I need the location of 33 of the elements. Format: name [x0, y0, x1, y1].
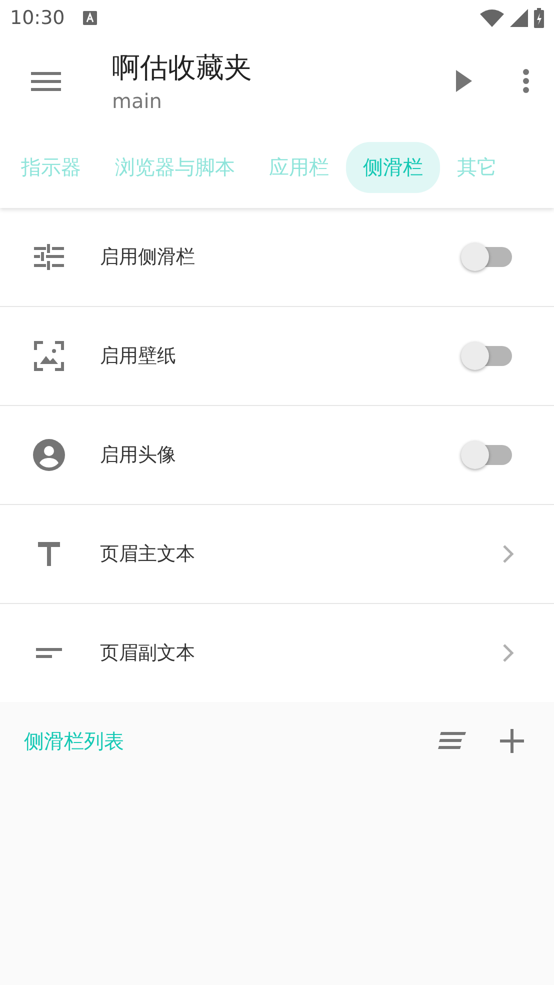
toggle-switch[interactable]	[460, 242, 514, 272]
wifi-icon	[480, 9, 504, 27]
account-icon	[33, 439, 65, 471]
image-frame-icon	[33, 340, 65, 372]
setting-label: 启用壁纸	[100, 344, 177, 369]
tab[interactable]: 指示器	[4, 142, 98, 192]
short-text-icon	[36, 648, 62, 658]
tab[interactable]: 其它	[440, 142, 514, 192]
chevron-right-icon	[502, 644, 514, 662]
add-icon	[500, 729, 524, 753]
chevron-right-icon	[502, 545, 514, 563]
setting-label: 页眉主文本	[100, 542, 196, 567]
text-icon	[38, 542, 60, 566]
tune-icon	[34, 244, 64, 270]
battery-icon	[534, 8, 544, 28]
sort-lines-icon	[438, 732, 466, 750]
more-vert-icon	[523, 69, 529, 93]
menu-icon	[31, 70, 61, 92]
keyboard-indicator-icon	[82, 11, 97, 25]
tab[interactable]: 浏览器与脚本	[98, 142, 252, 192]
section-title: 侧滑栏列表	[24, 728, 125, 754]
setting-label: 页眉副文本	[100, 641, 196, 666]
app-title: 啊估收藏夹	[112, 50, 253, 86]
app-subtitle: main	[112, 89, 163, 113]
tab[interactable]: 应用栏	[252, 142, 346, 192]
signal-icon	[510, 9, 528, 27]
toggle-switch[interactable]	[460, 341, 514, 371]
play-icon	[456, 70, 472, 92]
tab[interactable]: 侧滑栏	[346, 142, 440, 192]
toggle-switch[interactable]	[460, 440, 514, 470]
setting-label: 启用侧滑栏	[100, 245, 196, 270]
setting-label: 启用头像	[100, 443, 177, 468]
status-time: 10:30	[10, 7, 65, 29]
